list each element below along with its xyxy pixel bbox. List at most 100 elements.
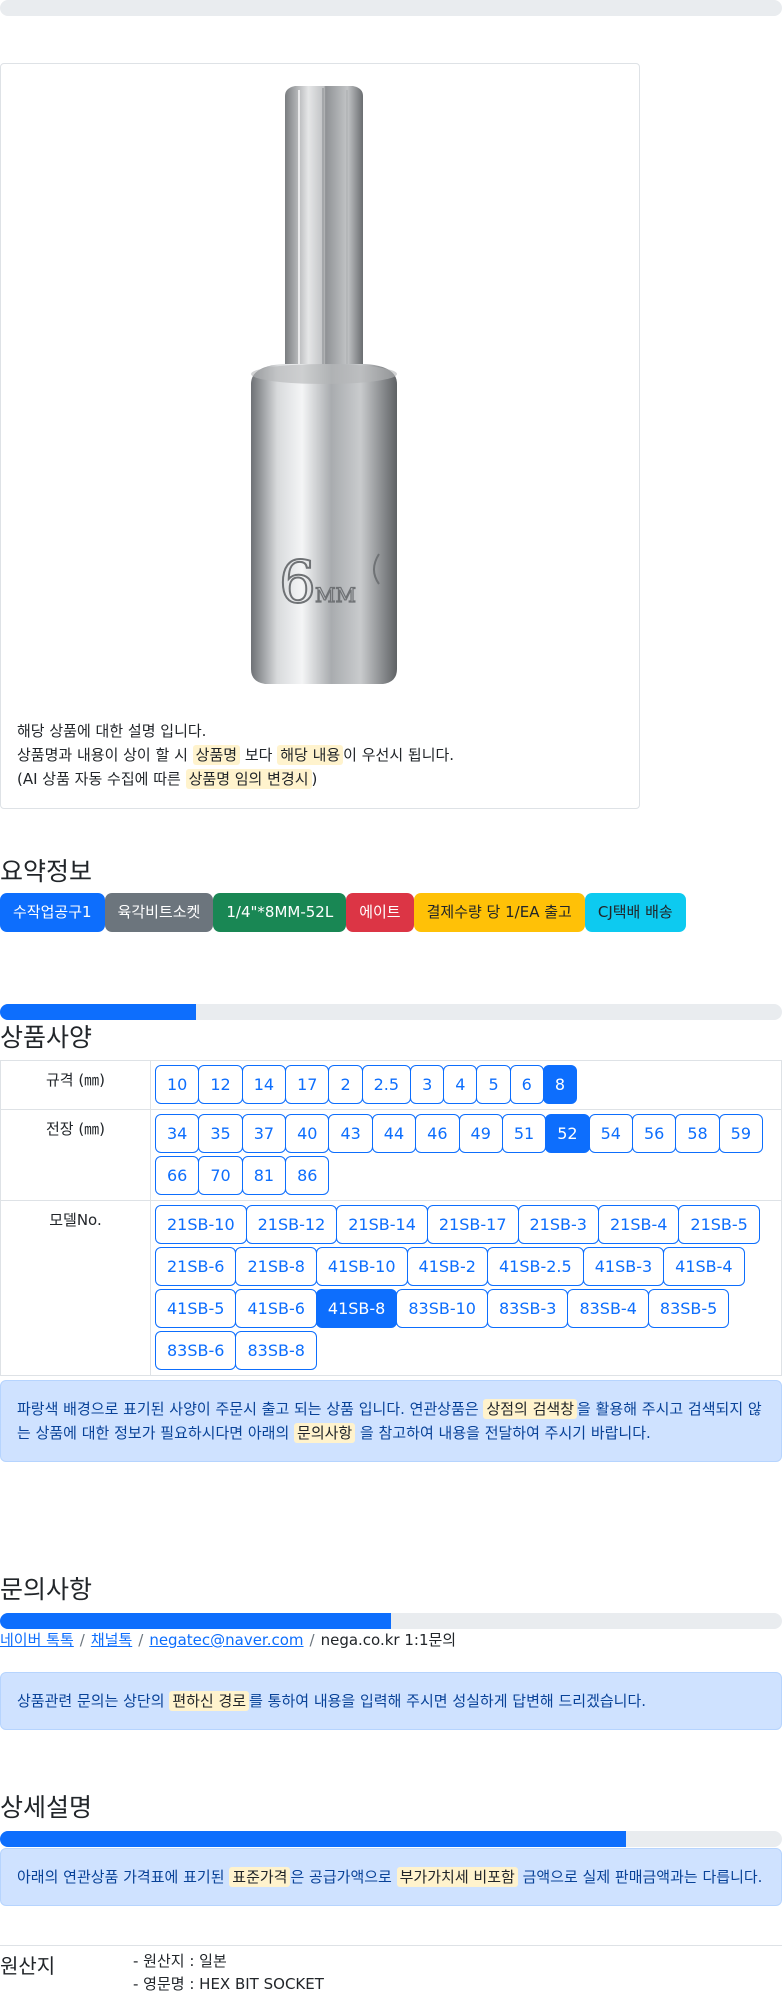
origin-values: - 원산지 : 일본 - 영문명 : HEX BIT SOCKET: [133, 1950, 324, 1994]
spec-option-button[interactable]: 41SB-4: [663, 1247, 745, 1286]
badge-quantity: 결제수량 당 1/EA 출고: [413, 893, 585, 932]
spec-option-button[interactable]: 4: [443, 1065, 478, 1104]
badge-type: 육각비트소켓: [104, 893, 214, 932]
summary-title: 요약정보: [0, 857, 93, 886]
spec-option-button[interactable]: 2.5: [361, 1065, 412, 1104]
desc-text: ): [311, 770, 318, 788]
spec-option-button[interactable]: 70: [198, 1156, 243, 1195]
spec-option-button[interactable]: 56: [631, 1114, 677, 1153]
spec-option-button[interactable]: 83SB-4: [567, 1289, 649, 1328]
spec-option-button[interactable]: 3: [410, 1065, 445, 1104]
spec-option-button[interactable]: 59: [718, 1114, 764, 1153]
origin-section: 원산지 - 원산지 : 일본 - 영문명 : HEX BIT SOCKET: [0, 1945, 782, 1993]
inquiry-notice: 상품관련 문의는 상단의 편하신 경로 를 통하여 내용을 입력해 주시면 성실하…: [0, 1672, 782, 1730]
spec-option-button[interactable]: 35: [198, 1114, 243, 1153]
spec-option-button[interactable]: 41SB-5: [155, 1289, 237, 1328]
spec-option-button[interactable]: 58: [675, 1114, 720, 1153]
highlight-inquiry: 문의사항: [294, 1423, 356, 1443]
notice-text: 은 공급가액으로: [290, 1868, 397, 1886]
spec-option-button[interactable]: 83SB-8: [235, 1331, 317, 1370]
spec-row-size: 규격 (㎜) 10 12 14 17 2 2.5 3 4 5 6 8: [0, 1060, 782, 1110]
notice-text: 아래의 연관상품 가격표에 표기된: [17, 1868, 230, 1886]
top-progress-bar: [0, 0, 782, 16]
spec-option-button[interactable]: 37: [241, 1114, 287, 1153]
highlight-route: 편하신 경로: [169, 1691, 250, 1711]
origin-country: - 원산지 : 일본: [133, 1952, 227, 1970]
spec-option-button[interactable]: 86: [285, 1156, 330, 1195]
spec-option-button[interactable]: 83SB-10: [396, 1289, 488, 1328]
badge-brand-label: 에이트: [359, 903, 401, 921]
socket-unit-marking: MM: [315, 583, 356, 607]
product-image: 6 MM: [243, 84, 403, 734]
spec-option-button[interactable]: 6: [509, 1065, 544, 1104]
origin-label: 원산지: [0, 1954, 56, 1978]
spec-option-button[interactable]: 40: [285, 1114, 330, 1153]
channel-talk-link[interactable]: 채널톡: [91, 1631, 132, 1649]
spec-option-button[interactable]: 41SB-2.5: [486, 1247, 584, 1286]
spec-option-button[interactable]: 41SB-2: [406, 1247, 488, 1286]
notice-text: 금액으로 실제 판매금액과는 다릅니다.: [517, 1868, 763, 1886]
spec-option-button[interactable]: 43: [328, 1114, 373, 1153]
naver-talk-link[interactable]: 네이버 톡톡: [0, 1631, 74, 1649]
highlight-name-change: 상품명 임의 변경시: [185, 769, 312, 789]
desc-line-1: 해당 상품에 대한 설명 입니다.: [17, 722, 207, 740]
spec-option-button[interactable]: 83SB-6: [155, 1331, 237, 1370]
spec-option-button[interactable]: 41SB-8: [315, 1289, 398, 1328]
badge-spec: 1/4"*8MM-52L: [213, 893, 347, 932]
spec-option-button[interactable]: 10: [155, 1065, 200, 1104]
detail-notice: 아래의 연관상품 가격표에 표기된 표준가격 은 공급가액으로 부가가치세 비포함…: [0, 1848, 782, 1906]
separator: /: [79, 1631, 85, 1649]
separator: /: [309, 1631, 315, 1649]
detail-progress-bar: [0, 1831, 782, 1847]
spec-option-button[interactable]: 14: [241, 1065, 287, 1104]
spec-options: 21SB-10 21SB-12 21SB-14 21SB-17 21SB-3 21SB-4…: [150, 1200, 782, 1376]
spec-option-button[interactable]: 2: [328, 1065, 363, 1104]
badge-quantity-label: 결제수량 당 1/EA 출고: [426, 903, 572, 921]
spec-option-button[interactable]: 41SB-10: [315, 1247, 408, 1286]
spec-label: 모델No.: [0, 1200, 151, 1376]
spec-option-button[interactable]: 21SB-8: [235, 1247, 317, 1286]
spec-option-button[interactable]: 21SB-5: [678, 1205, 760, 1244]
spec-option-button[interactable]: 41SB-3: [582, 1247, 665, 1286]
spec-option-button[interactable]: 44: [371, 1114, 417, 1153]
spec-option-button[interactable]: 12: [198, 1065, 243, 1104]
spec-option-button[interactable]: 46: [415, 1114, 460, 1153]
spec-option-button[interactable]: 66: [155, 1156, 200, 1195]
desc-text: 이 우선시 됩니다.: [343, 746, 455, 764]
spec-option-button[interactable]: 17: [285, 1065, 330, 1104]
spec-option-button[interactable]: 83SB-3: [486, 1289, 569, 1328]
email-link[interactable]: negatec@naver.com: [149, 1631, 303, 1649]
spec-option-button[interactable]: 21SB-14: [336, 1205, 428, 1244]
spec-option-button[interactable]: 52: [545, 1114, 590, 1153]
spec-option-button[interactable]: 34: [155, 1114, 200, 1153]
notice-text: 상품관련 문의는 상단의: [17, 1692, 170, 1710]
badge-shipping: CJ택배 배송: [584, 893, 686, 932]
desc-line-2: 상품명과 내용이 상이 할 시 상품명 보다 해당 내용 이 우선시 됩니다.: [17, 743, 454, 767]
spec-row-length: 전장 (㎜) 34 35 37 40 43 44 46 49 51 52 54 56 58 5966 70 8…: [0, 1109, 782, 1201]
summary-badges: 수작업공구1 육각비트소켓 1/4"*8MM-52L 에이트 결제수량 당 1/…: [0, 893, 686, 932]
spec-option-button[interactable]: 51: [501, 1114, 547, 1153]
spec-option-button[interactable]: 54: [588, 1114, 633, 1153]
spec-option-button[interactable]: 5: [476, 1065, 511, 1104]
highlight-standard-price: 표준가격: [229, 1867, 291, 1887]
spec-option-button[interactable]: 21SB-3: [517, 1205, 599, 1244]
spec-options: 10 12 14 17 2 2.5 3 4 5 6 8: [150, 1060, 782, 1110]
separator: /: [138, 1631, 144, 1649]
desc-text: (AI 상품 자동 수집에 따른: [17, 770, 186, 788]
spec-option-button[interactable]: 21SB-12: [245, 1205, 338, 1244]
socket-size-marking: 6: [279, 548, 316, 616]
badge-brand: 에이트: [346, 893, 414, 932]
spec-option-button[interactable]: 21SB-6: [155, 1247, 237, 1286]
badge-category-label: 수작업공구1: [13, 903, 92, 921]
spec-option-button[interactable]: 21SB-10: [155, 1205, 247, 1244]
spec-option-button[interactable]: 49: [458, 1114, 503, 1153]
spec-option-button[interactable]: 8: [542, 1065, 578, 1104]
spec-option-button[interactable]: 21SB-4: [597, 1205, 680, 1244]
inquiry-links: 네이버 톡톡 / 채널톡 / negatec@naver.com / nega.co.kr …: [0, 1629, 456, 1650]
spec-option-button[interactable]: 83SB-5: [647, 1289, 730, 1328]
badge-spec-label: 1/4"*8MM-52L: [226, 903, 334, 921]
spec-option-button[interactable]: 21SB-17: [426, 1205, 519, 1244]
site-inquiry-text: nega.co.kr 1:1문의: [320, 1631, 457, 1649]
spec-option-button[interactable]: 81: [241, 1156, 287, 1195]
spec-option-button[interactable]: 41SB-6: [235, 1289, 317, 1328]
